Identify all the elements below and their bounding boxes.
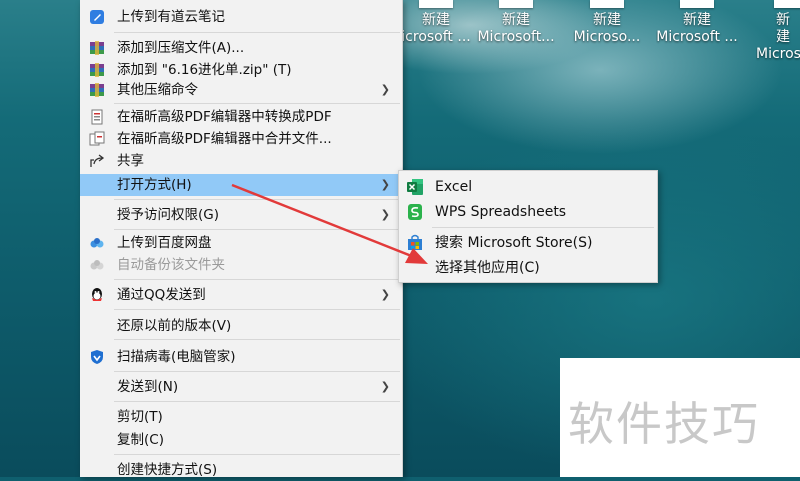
watermark-text: 软件技巧 <box>568 397 760 451</box>
